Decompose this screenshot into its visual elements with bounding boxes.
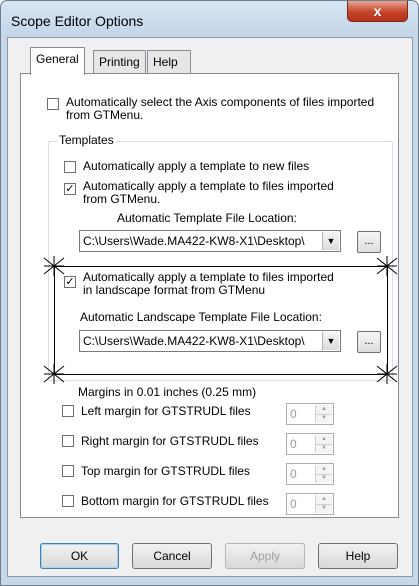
apply-button[interactable]: Apply bbox=[225, 543, 305, 569]
templates-group-legend: Templates bbox=[57, 133, 116, 147]
tab-general[interactable]: General bbox=[30, 47, 85, 75]
landscape-location-value: C:\Users\Wade.MA422-KW8-X1\Desktop\ bbox=[83, 334, 305, 348]
auto-select-axis-checkbox[interactable] bbox=[47, 98, 59, 110]
spin-down-icon[interactable]: ▼ bbox=[316, 504, 332, 513]
help-button[interactable]: Help bbox=[318, 543, 398, 569]
apply-template-landscape-line1: Automatically apply a template to files … bbox=[83, 270, 334, 284]
template-location-combo[interactable]: C:\Users\Wade.MA422-KW8-X1\Desktop\ ▼ bbox=[79, 230, 341, 252]
apply-template-landscape-line2: in landscape format from GTMenu bbox=[83, 283, 266, 297]
template-location-label: Automatic Template File Location: bbox=[117, 211, 297, 225]
right-margin-spinner[interactable]: 0 ▲ ▼ bbox=[286, 433, 334, 455]
tab-help[interactable]: Help bbox=[147, 50, 191, 74]
template-browse-button[interactable]: ... bbox=[357, 231, 381, 253]
margins-heading: Margins in 0.01 inches (0.25 mm) bbox=[78, 385, 257, 399]
spin-down-icon[interactable]: ▼ bbox=[316, 414, 332, 423]
apply-template-imported-checkbox[interactable]: ✓ bbox=[64, 183, 76, 195]
cancel-button[interactable]: Cancel bbox=[132, 543, 212, 569]
template-location-value: C:\Users\Wade.MA422-KW8-X1\Desktop\ bbox=[83, 234, 305, 248]
landscape-location-combo[interactable]: C:\Users\Wade.MA422-KW8-X1\Desktop\ ▼ bbox=[79, 330, 341, 352]
bottom-margin-spinner[interactable]: 0 ▲ ▼ bbox=[286, 493, 334, 515]
top-margin-value: 0 bbox=[290, 467, 297, 481]
window-title: Scope Editor Options bbox=[11, 13, 144, 29]
apply-template-imported-line1: Automatically apply a template to files … bbox=[83, 179, 334, 193]
title-bar[interactable]: Scope Editor Options x bbox=[1, 1, 418, 37]
top-margin-spinner[interactable]: 0 ▲ ▼ bbox=[286, 463, 334, 485]
selection-frame-right bbox=[387, 266, 388, 374]
top-margin-checkbox[interactable] bbox=[62, 465, 74, 477]
right-margin-label: Right margin for GTSTRUDL files bbox=[81, 434, 259, 448]
dropdown-arrow-icon[interactable]: ▼ bbox=[322, 232, 339, 250]
apply-template-imported-line2: from GTMenu. bbox=[83, 192, 161, 206]
right-margin-checkbox[interactable] bbox=[62, 435, 74, 447]
ok-button[interactable]: OK bbox=[40, 543, 119, 569]
auto-select-axis-label-line2: from GTMenu. bbox=[66, 108, 144, 122]
landscape-location-label: Automatic Landscape Template File Locati… bbox=[80, 310, 322, 324]
check-icon: ✓ bbox=[65, 183, 75, 195]
right-margin-value: 0 bbox=[290, 437, 297, 451]
left-margin-spinner[interactable]: 0 ▲ ▼ bbox=[286, 403, 334, 425]
apply-template-new-checkbox[interactable] bbox=[64, 161, 76, 173]
selection-frame-top bbox=[54, 266, 388, 267]
close-button[interactable]: x bbox=[347, 1, 408, 22]
apply-template-landscape-checkbox[interactable]: ✓ bbox=[64, 276, 76, 288]
dropdown-arrow-icon[interactable]: ▼ bbox=[322, 332, 339, 350]
top-margin-label: Top margin for GTSTRUDL files bbox=[81, 464, 250, 478]
left-margin-label: Left margin for GTSTRUDL files bbox=[81, 404, 251, 418]
spin-down-icon[interactable]: ▼ bbox=[316, 444, 332, 453]
bottom-margin-checkbox[interactable] bbox=[62, 495, 74, 507]
left-margin-value: 0 bbox=[290, 407, 297, 421]
bottom-margin-value: 0 bbox=[290, 497, 297, 511]
selection-frame-left bbox=[54, 266, 55, 374]
apply-template-new-label: Automatically apply a template to new fi… bbox=[83, 159, 310, 173]
selection-frame-bottom bbox=[54, 374, 388, 375]
close-icon: x bbox=[373, 3, 382, 19]
left-margin-checkbox[interactable] bbox=[62, 405, 74, 417]
landscape-browse-button[interactable]: ... bbox=[357, 331, 381, 353]
check-icon: ✓ bbox=[65, 276, 75, 288]
tab-printing[interactable]: Printing bbox=[93, 50, 146, 74]
auto-select-axis-label-line1: Automatically select the Axis components… bbox=[66, 95, 375, 109]
spin-down-icon[interactable]: ▼ bbox=[316, 474, 332, 483]
bottom-margin-label: Bottom margin for GTSTRUDL files bbox=[81, 494, 269, 508]
